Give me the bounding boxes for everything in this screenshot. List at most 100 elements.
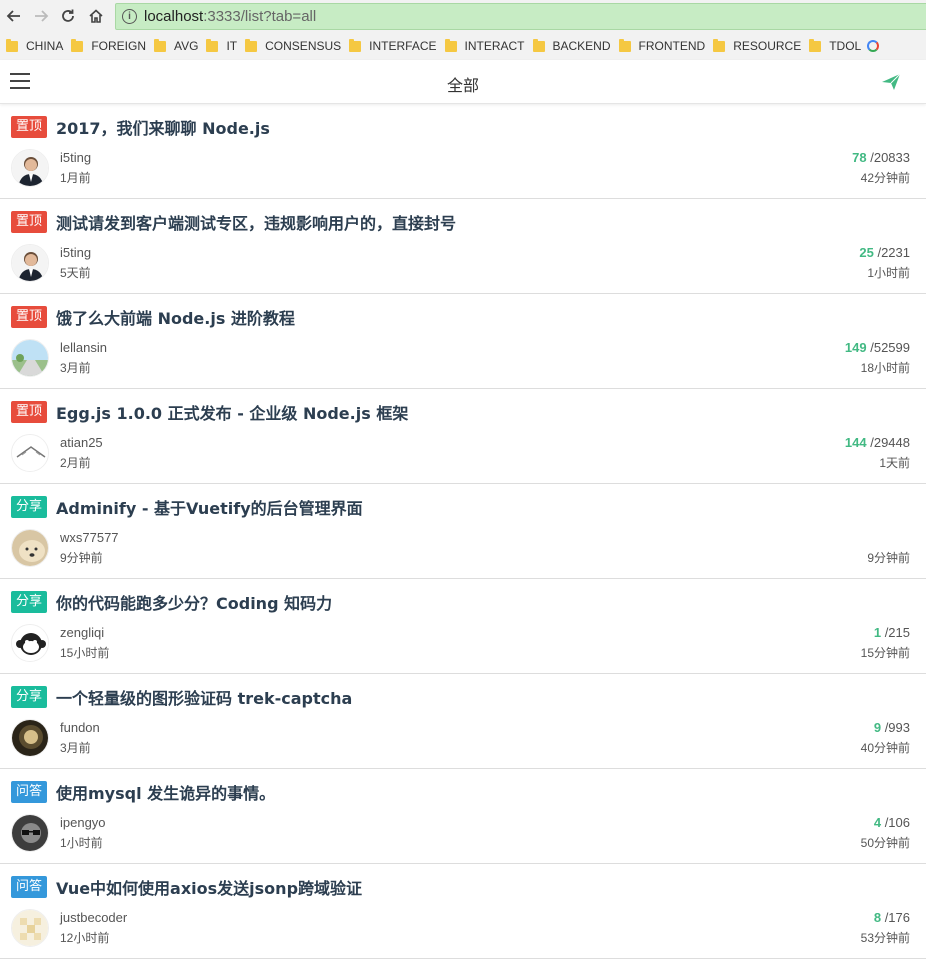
reply-count: 25: [859, 245, 874, 260]
back-arrow-icon: [6, 10, 20, 22]
author-name[interactable]: i5ting: [60, 245, 91, 260]
bookmark-frontend[interactable]: FRONTEND: [618, 38, 705, 53]
avatar-road[interactable]: [11, 339, 49, 377]
info-icon[interactable]: i: [122, 9, 137, 24]
bookmark-resource[interactable]: RESOURCE: [713, 38, 801, 53]
reply-visit-count: 144 /29448: [845, 435, 910, 450]
avatar-pixel[interactable]: [11, 909, 49, 947]
author-name[interactable]: justbecoder: [60, 910, 127, 925]
visit-count: /993: [881, 720, 910, 735]
topic-title[interactable]: Adminify - 基于Vuetify的后台管理界面: [56, 495, 363, 519]
address-bar[interactable]: i localhost:3333/list?tab=all: [115, 3, 926, 30]
avatar-person[interactable]: [11, 149, 49, 187]
topic-item[interactable]: 问答 使用mysql 发生诡异的事情。 ipengyo 1小时前 4 /106 …: [0, 769, 926, 864]
bookmark-foreign[interactable]: FOREIGN: [71, 38, 146, 53]
page-title: 全部: [446, 76, 479, 95]
last-reply-time: 1天前: [879, 456, 910, 470]
bookmark-avg[interactable]: AVG: [154, 38, 198, 53]
author-name[interactable]: atian25: [60, 435, 103, 450]
bookmark-label: INTERACT: [464, 39, 525, 53]
bookmark-label: CHINA: [26, 39, 64, 53]
topic-item[interactable]: 问答 Vue中如何使用axios发送jsonp跨域验证 justbecoder …: [0, 864, 926, 959]
folder-icon: [444, 38, 457, 52]
bookmark-china[interactable]: CHINA: [6, 38, 64, 53]
topic-title[interactable]: Egg.js 1.0.0 正式发布 - 企业级 Node.js 框架: [56, 400, 408, 424]
folder-icon: [6, 38, 18, 52]
reload-icon: [62, 9, 74, 22]
topic-tag: 分享: [11, 591, 48, 613]
created-time: 5天前: [60, 266, 91, 280]
last-reply-time: 1小时前: [867, 266, 910, 280]
avatar-glasses[interactable]: [11, 814, 49, 852]
created-time: 2月前: [60, 456, 91, 470]
visit-count: /106: [881, 815, 910, 830]
topic-item[interactable]: 置顶 饿了么大前端 Node.js 进阶教程 lellansin 3月前 149…: [0, 294, 926, 389]
avatar-person[interactable]: [11, 244, 49, 282]
back-button[interactable]: [3, 5, 25, 27]
avatar-dog[interactable]: [11, 529, 49, 567]
author-name[interactable]: zengliqi: [60, 625, 104, 640]
topic-item[interactable]: 分享 一个轻量级的图形验证码 trek-captcha fundon 3月前 9…: [0, 674, 926, 769]
bookmark-interface[interactable]: INTERFACE: [349, 38, 437, 53]
topic-tag: 置顶: [11, 211, 48, 233]
avatar-monkey[interactable]: [11, 624, 49, 662]
author-name[interactable]: fundon: [60, 720, 100, 735]
forward-arrow-icon: [35, 10, 49, 22]
author-name[interactable]: lellansin: [60, 340, 107, 355]
topic-tag: 分享: [11, 496, 48, 518]
reply-count: 4: [873, 815, 882, 830]
reply-visit-count: 8 /176: [874, 910, 910, 925]
topic-item[interactable]: 置顶 2017，我们来聊聊 Node.js i5ting 1月前 78 /208…: [0, 104, 926, 199]
created-time: 9分钟前: [60, 551, 103, 565]
forward-button[interactable]: [30, 5, 52, 27]
author-name[interactable]: wxs77577: [60, 530, 119, 545]
topic-title[interactable]: 饿了么大前端 Node.js 进阶教程: [56, 305, 295, 329]
reply-count: 144: [844, 435, 867, 450]
bookmark-consensus[interactable]: CONSENSUS: [245, 38, 342, 53]
author-name[interactable]: ipengyo: [60, 815, 106, 830]
folder-icon: [532, 38, 545, 52]
topic-item[interactable]: 置顶 测试请发到客户端测试专区，违规影响用户的，直接封号 i5ting 5天前 …: [0, 199, 926, 294]
reload-button[interactable]: [57, 5, 79, 27]
author-name[interactable]: i5ting: [60, 150, 91, 165]
created-time: 1小时前: [60, 836, 103, 850]
topic-item[interactable]: 分享 你的代码能跑多少分？Coding 知码力 zengliqi 15小时前 1…: [0, 579, 926, 674]
topic-title[interactable]: 一个轻量级的图形验证码 trek-captcha: [56, 685, 352, 709]
home-icon: [89, 9, 103, 23]
visit-count: /52599: [866, 340, 910, 355]
bookmark-tdol[interactable]: TDOL: [809, 38, 861, 53]
reply-count: 78: [852, 150, 867, 165]
send-icon[interactable]: [881, 73, 901, 91]
last-reply-time: 40分钟前: [860, 741, 910, 755]
bookmark-label: INTERFACE: [369, 39, 437, 53]
topic-title[interactable]: Vue中如何使用axios发送jsonp跨域验证: [56, 875, 362, 899]
reply-count: 8: [873, 910, 882, 925]
last-reply-time: 50分钟前: [860, 836, 910, 850]
url-host: localhost: [144, 8, 204, 25]
topic-item[interactable]: 分享 Adminify - 基于Vuetify的后台管理界面 wxs77577 …: [0, 484, 926, 579]
reply-visit-count: 4 /106: [874, 815, 910, 830]
topic-title[interactable]: 使用mysql 发生诡异的事情。: [56, 780, 275, 804]
avatar-dark[interactable]: [11, 719, 49, 757]
bookmark-label: BACKEND: [552, 39, 611, 53]
folder-icon: [713, 38, 726, 52]
avatar-sketch[interactable]: [11, 434, 49, 472]
bookmark-backend[interactable]: BACKEND: [532, 38, 611, 53]
google-icon[interactable]: [867, 40, 880, 52]
topic-title[interactable]: 你的代码能跑多少分？Coding 知码力: [56, 590, 332, 614]
created-time: 3月前: [60, 361, 91, 375]
app-header: 全部: [0, 60, 926, 104]
reply-visit-count: 149 /52599: [845, 340, 910, 355]
browser-toolbar: i localhost:3333/list?tab=all: [0, 0, 926, 33]
bookmark-interact[interactable]: INTERACT: [444, 38, 525, 53]
topic-title[interactable]: 测试请发到客户端测试专区，违规影响用户的，直接封号: [56, 210, 456, 234]
topic-title[interactable]: 2017，我们来聊聊 Node.js: [56, 115, 270, 139]
folder-icon: [349, 38, 362, 52]
home-button[interactable]: [85, 5, 107, 27]
visit-count: /2231: [873, 245, 910, 260]
bookmark-it[interactable]: IT: [206, 38, 237, 53]
bookmark-label: CONSENSUS: [265, 39, 342, 53]
topic-item[interactable]: 置顶 Egg.js 1.0.0 正式发布 - 企业级 Node.js 框架 at…: [0, 389, 926, 484]
last-reply-time: 15分钟前: [860, 646, 910, 660]
visit-count: /29448: [866, 435, 910, 450]
